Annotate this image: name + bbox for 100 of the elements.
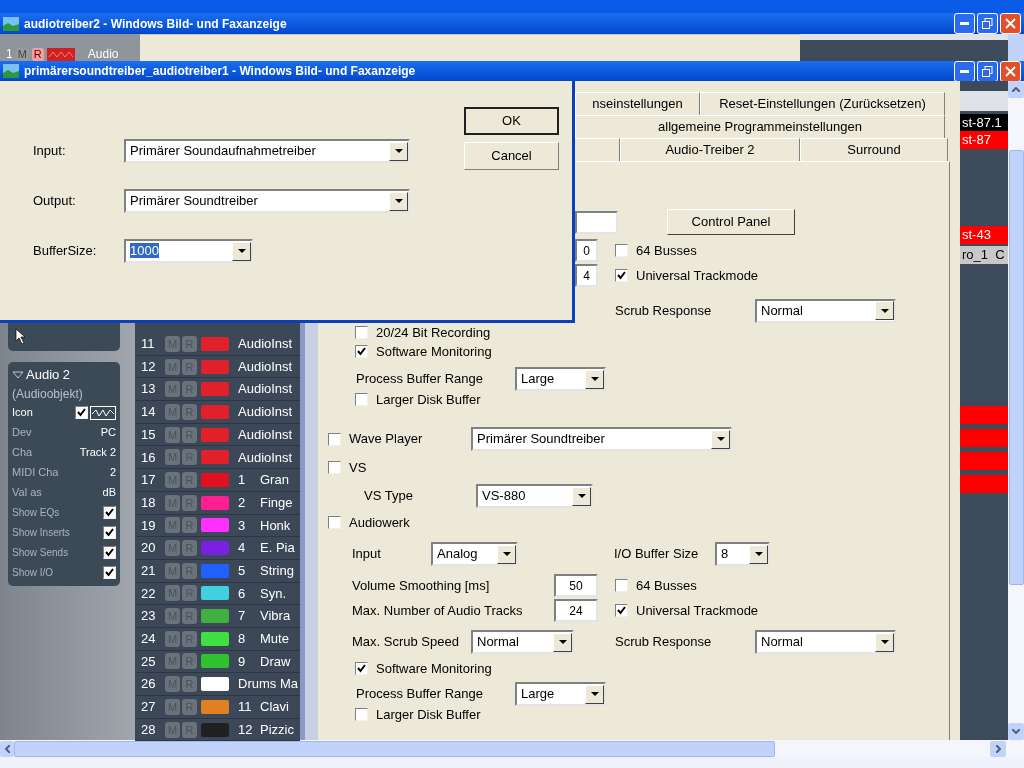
property-label: Dev xyxy=(12,425,32,441)
close-icon xyxy=(1005,18,1016,29)
dropdown[interactable]: Primärer Soundtreiber xyxy=(471,427,732,451)
waveform-icon xyxy=(90,405,116,420)
checkbox[interactable] xyxy=(615,244,628,257)
checkbox[interactable] xyxy=(103,546,116,559)
dropdown[interactable]: Analog xyxy=(431,542,518,566)
clip[interactable] xyxy=(960,475,1008,493)
checkbox[interactable] xyxy=(615,604,628,617)
scroll-left-icon[interactable] xyxy=(4,744,10,753)
track-name: AudioInst xyxy=(238,403,293,422)
dialog-button[interactable]: OK xyxy=(464,107,559,135)
checkbox[interactable] xyxy=(75,406,88,419)
dropdown[interactable]: Normal xyxy=(755,298,896,323)
input-field[interactable]: 24 xyxy=(554,599,598,622)
checkbox[interactable] xyxy=(103,526,116,539)
checkbox[interactable] xyxy=(355,345,368,358)
caret-icon xyxy=(502,552,511,556)
dropdown[interactable]: Normal xyxy=(471,630,574,654)
checkbox[interactable] xyxy=(355,662,368,675)
scrollbar[interactable] xyxy=(1008,34,1024,61)
minimize-button[interactable] xyxy=(954,60,975,82)
property-value: dB xyxy=(102,485,116,501)
scroll-thumb[interactable] xyxy=(14,740,775,757)
toggle-label: Show I/O xyxy=(12,566,54,580)
track-number: 18 xyxy=(141,493,157,512)
checkbox[interactable] xyxy=(355,326,368,339)
mute-button[interactable]: M xyxy=(15,48,29,61)
track-number: 23 xyxy=(141,607,157,626)
dropdown[interactable]: Large xyxy=(515,367,606,391)
input-field[interactable] xyxy=(575,210,618,234)
instrument-number: 2 xyxy=(238,493,247,512)
scroll-thumb[interactable] xyxy=(1008,150,1024,585)
close-button[interactable] xyxy=(1000,60,1021,82)
horizontal-scrollbar[interactable] xyxy=(0,740,1024,757)
track-name: Mute xyxy=(260,630,289,649)
toggle-label: Show EQs xyxy=(12,506,60,520)
record-button[interactable]: R xyxy=(31,48,44,61)
checkbox-label: Universal Trackmode xyxy=(636,601,759,620)
caret-icon xyxy=(880,308,889,313)
restore-button[interactable] xyxy=(977,13,998,34)
minimize-button[interactable] xyxy=(954,13,975,34)
dropdown[interactable]: Primärer Soundaufnahmetreiber xyxy=(124,139,410,163)
dropdown[interactable]: Large xyxy=(515,682,606,706)
checkbox[interactable] xyxy=(355,708,368,721)
vertical-scrollbar[interactable] xyxy=(1008,81,1024,740)
track-number: 22 xyxy=(141,584,157,603)
checkbox-label: 64 Busses xyxy=(636,576,697,595)
control-panel-button[interactable]: Control Panel xyxy=(667,209,795,235)
checkbox[interactable] xyxy=(615,579,628,592)
track-number: 26 xyxy=(141,675,157,694)
track-name: Vibra xyxy=(260,607,291,626)
close-button[interactable] xyxy=(1000,13,1021,34)
input-field[interactable]: 0 xyxy=(575,239,598,262)
checkbox[interactable] xyxy=(355,393,368,406)
track-number: 19 xyxy=(141,516,157,535)
track-number: 27 xyxy=(141,698,157,717)
tab[interactable]: allgemeine Programmeinstellungen xyxy=(575,115,945,138)
dropdown[interactable]: Primärer Soundtreiber xyxy=(124,189,410,213)
track-name: Honk xyxy=(260,516,291,535)
track-number: 24 xyxy=(141,630,157,649)
checkbox[interactable] xyxy=(328,461,341,474)
restore-icon xyxy=(982,65,993,77)
dropdown[interactable]: VS-880 xyxy=(476,484,593,508)
clip[interactable]: st-43 xyxy=(960,226,1008,244)
instrument-number: 1 xyxy=(238,471,247,490)
instrument-number: 8 xyxy=(238,630,247,649)
collapse-icon[interactable] xyxy=(12,370,24,379)
clip[interactable]: st-87.1 xyxy=(960,114,1008,132)
scroll-right-icon[interactable] xyxy=(995,744,1001,753)
clip[interactable]: st-87 xyxy=(960,131,1008,149)
tab[interactable]: nseinstellungen xyxy=(575,92,700,115)
window-title: primärersoundtreiber_audiotreiber1 - Windows Bild- und Faxanzeige xyxy=(24,63,417,80)
checkbox[interactable] xyxy=(615,269,628,282)
dropdown[interactable]: Normal xyxy=(755,630,896,654)
checkbox[interactable] xyxy=(103,506,116,519)
caret-icon xyxy=(716,437,725,441)
clip[interactable] xyxy=(960,452,1008,470)
tab[interactable]: Audio-Treiber 2 xyxy=(620,138,800,161)
dropdown[interactable]: 8 xyxy=(715,542,770,566)
tab[interactable]: Reset-Einstellungen (Zurücksetzen) xyxy=(700,92,945,115)
checkbox[interactable] xyxy=(103,566,116,579)
scroll-up-icon[interactable] xyxy=(1012,87,1020,92)
field-label: BufferSize: xyxy=(33,242,98,261)
tab[interactable]: Surround xyxy=(800,138,948,161)
input-field[interactable]: 50 xyxy=(554,574,598,597)
input-field[interactable]: 4 xyxy=(575,264,598,287)
dialog-button[interactable]: Cancel xyxy=(464,142,559,170)
field-label: Scrub Response xyxy=(615,633,713,652)
caret-icon xyxy=(577,494,586,498)
clip[interactable]: ro_1 C xyxy=(960,246,1008,264)
scroll-down-icon[interactable] xyxy=(1012,729,1020,734)
restore-button[interactable] xyxy=(977,60,998,82)
dropdown[interactable]: 1000 xyxy=(124,239,253,263)
clip[interactable] xyxy=(960,429,1008,447)
timeline-ruler xyxy=(960,91,1008,111)
checkbox[interactable] xyxy=(328,432,341,446)
clip[interactable] xyxy=(960,406,1008,424)
field-label: Max. Scrub Speed xyxy=(352,633,460,652)
checkbox[interactable] xyxy=(328,516,341,529)
